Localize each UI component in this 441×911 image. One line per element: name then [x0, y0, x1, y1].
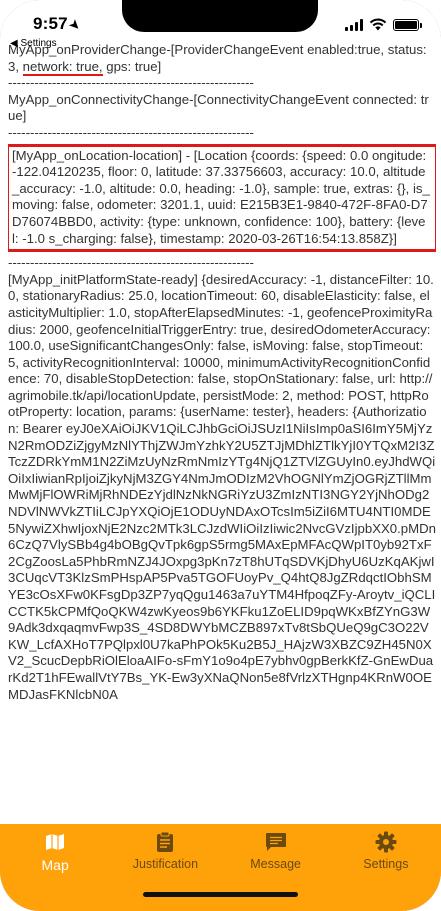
tab-justification[interactable]: Justification — [110, 824, 220, 911]
log-view[interactable]: MyApp_onProviderChange-[ProviderChangeEv… — [8, 42, 436, 822]
message-icon — [265, 831, 287, 853]
clock-time: 9:57 — [33, 14, 68, 33]
tab-justification-label: Justification — [132, 857, 199, 871]
screen: 9:57➤ ◀ Settings MyApp_onProviderChange-… — [0, 0, 441, 911]
tab-settings[interactable]: Settings — [331, 824, 441, 911]
tab-settings-label: Settings — [363, 857, 409, 871]
tab-bar: Map Justification Message Settings — [0, 824, 441, 911]
network-status-text: network: true, — [22, 58, 103, 74]
gear-icon — [375, 831, 397, 853]
location-arrow-icon: ➤ — [66, 16, 84, 34]
battery-icon — [393, 18, 422, 31]
separator: ----------------------------------------… — [8, 124, 254, 140]
tab-map-label: Map — [41, 857, 69, 873]
wifi-icon — [369, 18, 387, 31]
home-indicator[interactable] — [143, 892, 298, 897]
clock: 9:57➤ — [33, 14, 84, 34]
tab-message[interactable]: Message — [221, 824, 331, 911]
map-icon — [44, 831, 66, 853]
provider-change-suffix: gps: true] — [102, 58, 162, 74]
notch — [122, 0, 318, 32]
clipboard-icon — [154, 831, 176, 853]
provider-change-entry: MyApp_onProviderChange-[ProviderChangeEv… — [8, 42, 436, 75]
tab-map[interactable]: Map — [0, 824, 110, 911]
cellular-signal-icon — [345, 18, 363, 31]
connectivity-change-entry: MyApp_onConnectivityChange-[Connectivity… — [8, 91, 429, 124]
separator: ----------------------------------------… — [8, 255, 254, 271]
separator: ----------------------------------------… — [8, 75, 254, 91]
back-to-settings-link[interactable]: ◀ Settings — [10, 38, 57, 49]
status-icons — [345, 18, 422, 31]
tab-message-label: Message — [250, 857, 301, 871]
platform-state-entry: [MyApp_initPlatformState-ready] {desired… — [8, 271, 436, 702]
location-entry-highlighted: [MyApp_onLocation-location] - [Location … — [8, 143, 436, 253]
